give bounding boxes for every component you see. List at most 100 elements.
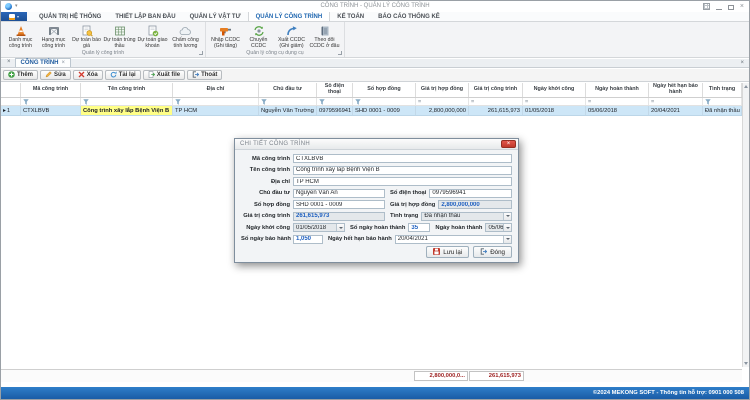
field-label-ten-cong-trinh: Tên công trình — [241, 167, 293, 173]
ribbon-button-du-toan-giao-khoan[interactable]: Dự toán giao khoán — [136, 23, 169, 50]
row-indicator: ▸1 — [1, 106, 21, 115]
chevron-down-icon[interactable] — [503, 236, 511, 243]
filter-cell-ten-cong-trinh[interactable] — [81, 98, 173, 105]
filter-cell-dia-chi[interactable] — [173, 98, 259, 105]
restore-button[interactable] — [728, 5, 734, 10]
save-button-label: Lưu lại — [443, 249, 462, 256]
column-header-ma-cong-trinh[interactable]: Mã công trình — [21, 83, 81, 97]
grid-filter-row: = = = = = — [1, 98, 742, 106]
filter-cell-tinh-trang[interactable] — [703, 98, 742, 105]
reload-button-label: Tải lại — [119, 72, 136, 78]
gia-tri-cong-trinh-input[interactable] — [293, 212, 385, 221]
column-header-tinh-trang[interactable]: Tình trạng — [703, 83, 742, 97]
transfer-gear-icon — [253, 24, 265, 37]
column-header-ngay-het-han-bao-hanh[interactable]: Ngày hết hạn bảo hành — [649, 83, 703, 97]
ribbon-tab-quan-ly-vat-tu[interactable]: QUẢN LÝ VẬT TƯ — [183, 12, 248, 21]
cell-gia-tri-hop-dong: 2,800,000,000 — [416, 106, 469, 115]
ngay-het-han-bao-hanh-datepicker[interactable]: 20/04/2021 — [395, 235, 512, 244]
filter-cell-so-hop-dong[interactable] — [353, 98, 416, 105]
ngay-hoan-thanh-datepicker[interactable]: 05/06/2018 — [485, 223, 512, 232]
column-header-so-hop-dong[interactable]: Số hợp đồng — [353, 83, 416, 97]
dia-chi-input[interactable] — [293, 177, 512, 186]
minimize-button[interactable] — [716, 9, 722, 10]
filter-cell-ngay-het-han-bao-hanh[interactable]: = — [649, 98, 703, 105]
exit-button[interactable]: Thoát — [187, 70, 222, 80]
add-button[interactable]: Thêm — [3, 70, 38, 80]
so-ngay-bao-hanh-input[interactable] — [293, 235, 323, 244]
ribbon-tab-quan-ly-cong-trinh[interactable]: QUẢN LÝ CÔNG TRÌNH — [248, 12, 331, 21]
app-menu-button[interactable]: ▾ — [1, 12, 27, 21]
filter-cell-ngay-hoan-thanh[interactable]: = — [586, 98, 649, 105]
tab-strip-close-icon[interactable]: × — [7, 58, 11, 66]
column-header-ten-cong-trinh[interactable]: Tên công trình — [81, 83, 173, 97]
filter-funnel-icon — [319, 99, 325, 105]
ribbon-button-nhap-ccdc[interactable]: Nhập CCDC (Ghi tăng) — [209, 23, 242, 50]
column-header-gia-tri-hop-dong[interactable]: Giá trị hợp đồng — [416, 83, 469, 97]
scroll-down-icon[interactable] — [744, 362, 748, 365]
filter-cell-gia-tri-cong-trinh[interactable]: = — [469, 98, 523, 105]
scroll-up-icon[interactable] — [744, 85, 748, 88]
ribbon-button-hang-muc-cong-trinh[interactable]: Hạng mục công trình — [37, 23, 70, 50]
so-ngay-hoan-thanh-input[interactable] — [408, 223, 430, 232]
chevron-down-icon[interactable] — [336, 224, 344, 231]
vertical-scrollbar[interactable] — [742, 83, 749, 367]
ngay-khoi-cong-datepicker[interactable]: 01/05/2018 — [293, 223, 345, 232]
filter-equals-icon: = — [525, 99, 528, 105]
field-label-ma-cong-trinh: Mã công trình — [241, 156, 293, 162]
so-dien-thoai-input[interactable] — [429, 189, 512, 198]
document-tab-cong-trinh[interactable]: CÔNG TRÌNH × — [15, 58, 72, 67]
dialog-close-button[interactable]: × — [501, 140, 516, 148]
column-header-ngay-khoi-cong[interactable]: Ngày khởi công — [523, 83, 586, 97]
ribbon-tab-bao-cao-thong-ke[interactable]: BÁO CÁO THỐNG KÊ — [371, 12, 447, 21]
delete-button-label: Xóa — [87, 72, 98, 78]
delete-button[interactable]: Xóa — [73, 70, 103, 80]
ribbon-button-du-toan-trung-thau[interactable]: Dự toán trúng thầu — [103, 23, 136, 50]
structure-frame-icon — [48, 24, 60, 37]
column-header-gia-tri-cong-trinh[interactable]: Giá trị công trình — [469, 83, 523, 97]
filter-cell-ma-cong-trinh[interactable] — [21, 98, 81, 105]
quote-document-icon — [81, 24, 93, 37]
column-header-dia-chi[interactable]: Địa chỉ — [173, 83, 259, 97]
group-dialog-launcher-icon[interactable] — [199, 51, 203, 55]
export-file-button-label: Xuất file — [157, 72, 180, 78]
column-header-ngay-hoan-thanh[interactable]: Ngày hoàn thành — [586, 83, 649, 97]
delete-icon — [78, 71, 85, 80]
edit-button[interactable]: Sửa — [40, 70, 71, 80]
tab-strip-close-right-icon[interactable]: × — [740, 60, 744, 66]
group-dialog-launcher-icon[interactable] — [338, 51, 342, 55]
close-button[interactable]: × — [740, 2, 744, 11]
style-selector-button[interactable] — [703, 3, 710, 10]
ribbon-button-cham-cong-tinh-luong[interactable]: Chấm công tính lương — [169, 23, 202, 50]
filter-funnel-icon — [83, 99, 89, 105]
filter-cell-ngay-khoi-cong[interactable]: = — [523, 98, 586, 105]
column-header-so-dien-thoai[interactable]: Số điện thoại — [317, 83, 353, 97]
save-button[interactable]: Lưu lại — [426, 246, 469, 258]
reload-button[interactable]: Tải lại — [105, 70, 141, 80]
ribbon-tab-thiet-lap-ban-dau[interactable]: THIẾT LẬP BAN ĐẦU — [108, 12, 182, 21]
so-hop-dong-input[interactable] — [293, 200, 385, 209]
gia-tri-hop-dong-input[interactable] — [438, 200, 512, 209]
ribbon-tab-quan-tri-he-thong[interactable]: QUẢN TRỊ HỆ THỐNG — [32, 12, 108, 21]
ribbon-button-theo-doi-ccdc[interactable]: Theo dõi CCDC ở đâu — [308, 23, 341, 50]
ten-cong-trinh-input[interactable] — [293, 166, 512, 175]
ribbon-button-xuat-ccdc[interactable]: Xuất CCDC (Ghi giảm) — [275, 23, 308, 50]
tinh-trang-dropdown[interactable]: Đã nhận thầu — [421, 212, 512, 221]
ribbon-button-chuyen-ccdc[interactable]: Chuyển CCDC — [242, 23, 275, 50]
chevron-down-icon[interactable] — [503, 213, 511, 220]
ribbon-button-du-toan-bao-gia[interactable]: Dự toán báo giá — [70, 23, 103, 50]
table-row[interactable]: ▸1 CTXLBVB Công trình xây lắp Bệnh Viện … — [1, 106, 742, 116]
export-file-button[interactable]: Xuất file — [143, 70, 185, 80]
filter-cell-so-dien-thoai[interactable] — [317, 98, 353, 105]
ribbon-button-danh-muc-cong-trinh[interactable]: Danh mục công trình — [4, 23, 37, 50]
filter-funnel-icon — [23, 99, 29, 105]
chevron-down-icon[interactable] — [503, 224, 511, 231]
document-tab-close-icon[interactable]: × — [62, 60, 66, 66]
chu-dau-tu-input[interactable] — [293, 189, 385, 198]
ribbon-tab-ke-toan[interactable]: KẾ TOÁN — [330, 12, 371, 21]
filter-cell-chu-dau-tu[interactable] — [259, 98, 317, 105]
field-label-so-ngay-bao-hanh: Số ngày bảo hành — [241, 236, 293, 242]
dialog-close-action-button[interactable]: Đóng — [473, 246, 512, 258]
filter-cell-gia-tri-hop-dong[interactable]: = — [416, 98, 469, 105]
ma-cong-trinh-input[interactable] — [293, 154, 512, 163]
column-header-chu-dau-tu[interactable]: Chủ đầu tư — [259, 83, 317, 97]
